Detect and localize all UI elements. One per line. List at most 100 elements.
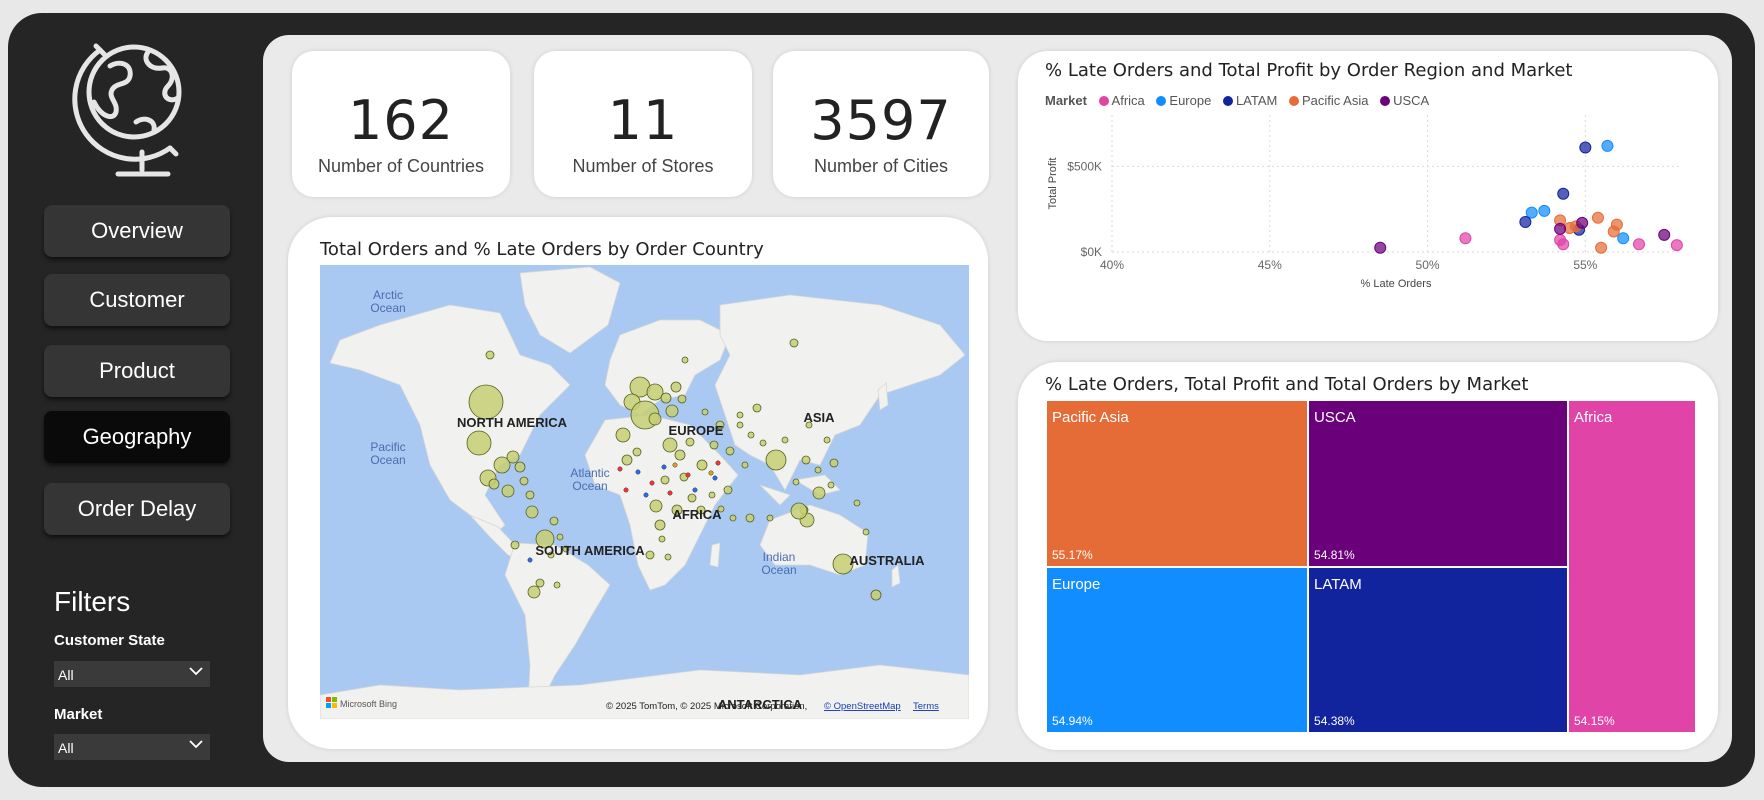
map-bubble[interactable] [723, 485, 733, 495]
map-bubble[interactable] [709, 440, 719, 450]
map-bubble[interactable] [485, 350, 495, 360]
map-bubble[interactable] [658, 535, 666, 543]
map-bubble[interactable] [812, 486, 826, 500]
map-bubble[interactable] [649, 499, 663, 513]
map-bubble[interactable] [752, 403, 762, 413]
map-bubble[interactable] [632, 447, 642, 457]
map-bubble[interactable] [646, 383, 664, 401]
map-bubble[interactable] [862, 528, 870, 536]
map-bubble[interactable] [870, 589, 882, 601]
treemap-cell-latam[interactable]: LATAM 54.38% [1309, 568, 1567, 732]
scatter-point-latam[interactable] [1579, 141, 1592, 154]
map-bubble[interactable] [670, 381, 682, 393]
scatter-point-usca[interactable] [1658, 228, 1671, 241]
scatter-plot[interactable]: 40% 45% 50% 55% $0K $500K % Late Orders Total P… [1040, 115, 1690, 325]
map-bubble[interactable] [729, 514, 737, 522]
map-bubble[interactable] [635, 469, 641, 475]
map-bubble[interactable] [801, 455, 811, 465]
map-bubble[interactable] [736, 411, 744, 419]
map-bubble[interactable] [667, 490, 673, 496]
treemap-cell-europe[interactable]: Europe 54.94% [1047, 568, 1308, 732]
map-bubble[interactable] [519, 476, 529, 486]
map-bubble[interactable] [617, 466, 623, 472]
customer-state-dropdown[interactable]: All [54, 661, 210, 687]
world-map[interactable]: Arctic Ocean Pacific Ocean Atlantic Ocea… [320, 265, 969, 719]
map-bubble[interactable] [853, 499, 861, 507]
legend-item-pacific-asia[interactable]: Pacific Asia [1289, 93, 1368, 108]
map-bubble[interactable] [468, 384, 504, 420]
map-bubble[interactable] [725, 446, 735, 456]
market-dropdown[interactable]: All [54, 734, 210, 760]
map-bubble[interactable] [829, 458, 839, 468]
map-bubble[interactable] [712, 475, 718, 481]
map-bubble[interactable] [621, 454, 633, 466]
scatter-point-africa[interactable] [1557, 238, 1570, 251]
map-bubble[interactable] [660, 392, 672, 404]
scatter-point-europe[interactable] [1525, 206, 1538, 219]
map-bubble[interactable] [781, 436, 789, 444]
map-bubble[interactable] [510, 540, 520, 550]
nav-geography-button[interactable]: Geography [44, 411, 230, 463]
map-bubble[interactable] [823, 436, 831, 444]
map-bubble[interactable] [527, 557, 533, 563]
map-bubble[interactable] [790, 502, 808, 520]
nav-order-delay-button[interactable]: Order Delay [44, 483, 230, 535]
treemap-cell-pacific-asia[interactable]: Pacific Asia 55.17% [1047, 401, 1308, 567]
map-bubble[interactable] [643, 492, 649, 498]
map-bubble[interactable] [645, 550, 655, 560]
scatter-point-europe[interactable] [1601, 139, 1614, 152]
map-bubble[interactable] [792, 478, 800, 486]
map-bubble[interactable] [649, 480, 655, 486]
map-bubble[interactable] [715, 460, 721, 466]
map-bubble[interactable] [687, 493, 697, 503]
map-bubble[interactable] [741, 461, 749, 469]
map-bubble[interactable] [672, 462, 678, 468]
scatter-point-usca[interactable] [1554, 222, 1567, 235]
treemap-cell-africa[interactable]: Africa 54.15% [1568, 401, 1695, 732]
map-bubble[interactable] [692, 487, 698, 493]
nav-customer-button[interactable]: Customer [44, 274, 230, 326]
map-bubble[interactable] [677, 394, 687, 404]
map-bubble[interactable] [736, 421, 744, 429]
map-bubble[interactable] [765, 449, 787, 471]
map-bubble[interactable] [661, 464, 667, 470]
scatter-point-pacific-asia[interactable] [1610, 218, 1623, 231]
map-bubble[interactable] [681, 356, 689, 364]
legend-item-latam[interactable]: LATAM [1222, 93, 1277, 108]
treemap-cell-usca[interactable]: USCA 54.81% [1309, 401, 1567, 567]
scatter-point-latam[interactable] [1519, 216, 1532, 229]
scatter-point-pacific-asia[interactable] [1595, 241, 1608, 254]
scatter-point-europe[interactable] [1538, 204, 1551, 217]
scatter-point-pacific-asia[interactable] [1591, 211, 1604, 224]
map-bubble[interactable] [789, 338, 799, 348]
map-bubble[interactable] [674, 449, 686, 461]
map-bubble[interactable] [660, 475, 670, 485]
map-bubble[interactable] [696, 459, 708, 471]
map-bubble[interactable] [759, 439, 767, 447]
scatter-point-latam[interactable] [1557, 187, 1570, 200]
map-bubble[interactable] [685, 472, 691, 478]
map-bubble[interactable] [747, 431, 755, 439]
map-bubble[interactable] [553, 581, 561, 589]
nav-overview-button[interactable]: Overview [44, 205, 230, 257]
map-bubble[interactable] [708, 470, 714, 476]
map-bubble[interactable] [665, 404, 679, 418]
scatter-point-europe[interactable] [1617, 232, 1630, 245]
map-bubble[interactable] [654, 519, 666, 531]
map-bubble[interactable] [549, 516, 559, 526]
scatter-point-africa[interactable] [1459, 232, 1472, 245]
map-bubble[interactable] [814, 466, 822, 474]
map-bubble[interactable] [535, 578, 545, 588]
map-bubble[interactable] [708, 491, 716, 499]
map-bubble[interactable] [701, 408, 709, 416]
map-bubble[interactable] [525, 505, 539, 519]
map-bubble[interactable] [664, 553, 672, 561]
map-bubble[interactable] [827, 481, 835, 489]
scatter-point-africa[interactable] [1632, 238, 1645, 251]
openstreetmap-link[interactable]: © OpenStreetMap [824, 701, 901, 712]
map-bubble[interactable] [488, 478, 500, 490]
map-bubble[interactable] [506, 450, 520, 464]
map-bubble[interactable] [745, 513, 755, 523]
map-bubble[interactable] [525, 490, 535, 500]
scatter-point-usca[interactable] [1374, 241, 1387, 254]
